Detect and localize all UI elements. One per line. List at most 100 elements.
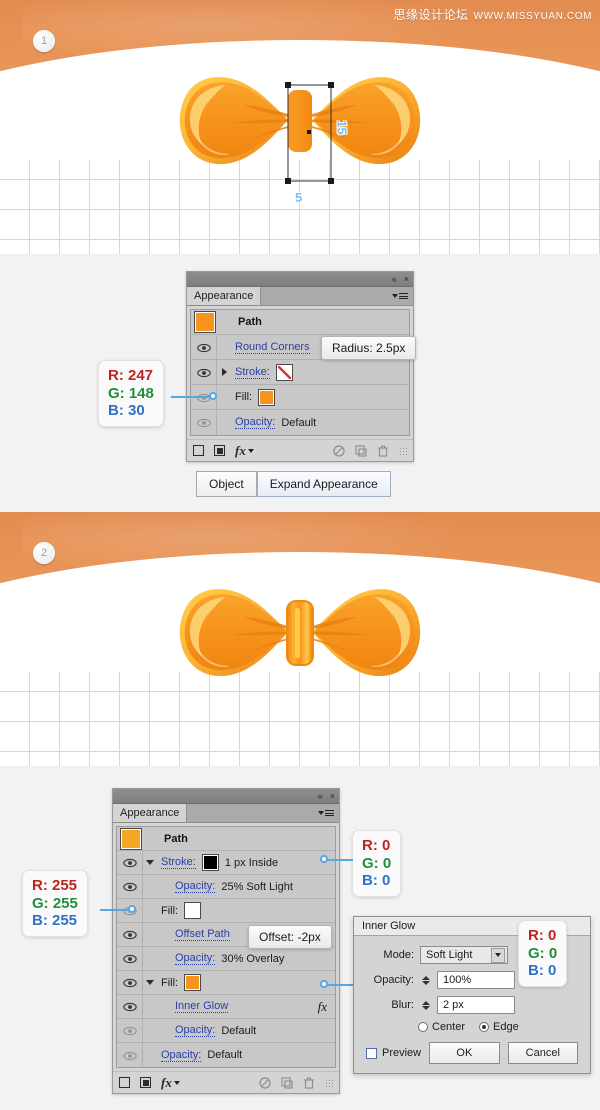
- collapse-icon[interactable]: «: [318, 791, 323, 801]
- visibility-toggle-fill-orange[interactable]: [117, 971, 143, 994]
- rgb-b: B: 255: [32, 912, 78, 930]
- rgb-callout-fill-white: R: 255 G: 255 B: 255: [22, 870, 88, 938]
- offset-opacity-label[interactable]: Opacity:: [175, 952, 216, 965]
- ok-button[interactable]: OK: [429, 1042, 500, 1064]
- visibility-toggle-offset-path[interactable]: [117, 923, 143, 946]
- rgb-r: R: 247: [108, 367, 154, 384]
- visibility-toggle-opacity[interactable]: [191, 410, 217, 435]
- fill-orange-swatch[interactable]: [184, 974, 202, 991]
- clear-appearance-icon[interactable]: [333, 444, 345, 457]
- row-stroke[interactable]: Stroke: 1 px Inside: [117, 851, 335, 875]
- row-opacity[interactable]: Opacity: Default: [191, 410, 409, 435]
- stroke-label[interactable]: Stroke:: [161, 856, 196, 869]
- row-stroke-opacity[interactable]: Opacity: 25% Soft Light: [117, 875, 335, 899]
- fill-white-cell: Fill:: [157, 902, 335, 919]
- add-new-fill-icon[interactable]: [140, 1077, 151, 1088]
- close-icon[interactable]: ×: [404, 274, 409, 284]
- row-inner-glow[interactable]: Inner Glow fx: [117, 995, 335, 1019]
- collapse-arrow-fill-orange[interactable]: [143, 980, 157, 985]
- duplicate-item-icon[interactable]: [355, 444, 367, 457]
- add-new-stroke-icon[interactable]: [193, 445, 204, 456]
- opacity-input[interactable]: 100%: [437, 971, 515, 989]
- clear-appearance-icon[interactable]: [259, 1076, 271, 1089]
- mode-select[interactable]: Soft Light: [420, 946, 508, 964]
- cancel-button[interactable]: Cancel: [507, 1042, 578, 1064]
- visibility-toggle-stroke[interactable]: [191, 360, 217, 384]
- visibility-toggle-round-corners[interactable]: [191, 335, 217, 359]
- delete-item-icon[interactable]: [377, 445, 389, 457]
- blur-line: Blur: 2 px: [366, 996, 578, 1014]
- appearance-panel-1[interactable]: « × Appearance Path Round Corners Stroke…: [186, 271, 414, 462]
- add-new-stroke-icon[interactable]: [119, 1077, 130, 1088]
- radio-edge[interactable]: Edge: [479, 1021, 519, 1033]
- row-fill-orange[interactable]: Fill:: [117, 971, 335, 995]
- offset-path-label[interactable]: Offset Path: [175, 928, 230, 941]
- stroke-opacity-label[interactable]: Opacity:: [175, 880, 216, 893]
- duplicate-item-icon[interactable]: [281, 1076, 293, 1089]
- path-label: Path: [164, 832, 188, 845]
- stroke-label[interactable]: Stroke:: [235, 366, 270, 379]
- row-stroke[interactable]: Stroke:: [191, 360, 409, 385]
- row-inner-glow-opacity[interactable]: Opacity: Default: [117, 1019, 335, 1043]
- stroke-swatch-none[interactable]: [275, 363, 293, 381]
- tab-appearance[interactable]: Appearance: [187, 287, 262, 305]
- inner-glow-fx-icon[interactable]: fx: [318, 999, 335, 1015]
- rgb-g: G: 148: [108, 384, 154, 402]
- rgb-b: B: 0: [362, 872, 391, 890]
- offset-path-tooltip: Offset: -2px: [248, 925, 332, 949]
- path-label-cell: Path: [216, 316, 409, 328]
- eye-icon: [123, 954, 137, 964]
- row-fill-white[interactable]: Fill:: [117, 899, 335, 923]
- path-thumbnail[interactable]: [194, 311, 216, 333]
- opacity-label[interactable]: Opacity:: [235, 416, 276, 429]
- collapse-icon[interactable]: «: [392, 274, 397, 284]
- fill-label: Fill:: [235, 391, 253, 403]
- expand-appearance-button[interactable]: Expand Appearance: [256, 471, 391, 497]
- add-effect-fx-icon[interactable]: fx: [161, 1075, 180, 1091]
- inner-glow-label[interactable]: Inner Glow: [175, 1000, 229, 1013]
- fill-white-swatch[interactable]: [184, 902, 202, 919]
- path-thumbnail[interactable]: [120, 827, 142, 850]
- inner-glow-opacity-label[interactable]: Opacity:: [175, 1024, 216, 1037]
- panel-2-titlebar: « ×: [113, 789, 339, 804]
- collapse-arrow-stroke[interactable]: [143, 860, 157, 865]
- preview-checkbox[interactable]: Preview: [366, 1047, 421, 1059]
- chevron-down-icon[interactable]: [491, 947, 505, 963]
- fill-swatch[interactable]: [258, 388, 276, 406]
- add-new-fill-icon[interactable]: [214, 445, 225, 456]
- add-effect-fx-icon[interactable]: fx: [235, 443, 254, 459]
- blur-stepper[interactable]: [420, 1000, 431, 1010]
- panel-menu-icon[interactable]: [318, 809, 334, 818]
- rgb-b: B: 30: [108, 402, 145, 420]
- panel-menu-icon[interactable]: [392, 292, 408, 301]
- opacity-stepper[interactable]: [420, 975, 431, 985]
- tab-appearance[interactable]: Appearance: [113, 804, 188, 822]
- resize-grip-icon[interactable]: [399, 446, 407, 455]
- appearance-target-row[interactable]: Path: [117, 827, 335, 851]
- stroke-swatch-black[interactable]: [201, 854, 219, 871]
- object-opacity-label[interactable]: Opacity:: [161, 1049, 202, 1062]
- row-offset-opacity[interactable]: Opacity: 30% Overlay: [117, 947, 335, 971]
- expand-arrow-stroke[interactable]: [217, 368, 231, 376]
- row-object-opacity[interactable]: Opacity: Default: [117, 1043, 335, 1067]
- tab-appearance-label: Appearance: [120, 807, 180, 819]
- close-icon[interactable]: ×: [330, 791, 335, 801]
- visibility-toggle-stroke[interactable]: [117, 851, 143, 874]
- visibility-toggle-object-opacity[interactable]: [117, 1043, 143, 1067]
- object-button[interactable]: Object: [196, 471, 257, 497]
- mode-label: Mode:: [383, 949, 414, 961]
- delete-item-icon[interactable]: [303, 1077, 315, 1089]
- visibility-toggle-stroke-opacity[interactable]: [117, 875, 143, 898]
- round-corners-label[interactable]: Round Corners: [235, 341, 310, 354]
- row-fill[interactable]: Fill:: [191, 385, 409, 410]
- visibility-toggle-offset-opacity[interactable]: [117, 947, 143, 970]
- visibility-toggle-inner-glow[interactable]: [117, 995, 143, 1018]
- visibility-toggle-inner-glow-opacity[interactable]: [117, 1019, 143, 1042]
- offset-opacity-value: 30% Overlay: [221, 952, 285, 965]
- radio-center[interactable]: Center: [418, 1021, 465, 1033]
- appearance-target-row[interactable]: Path: [191, 310, 409, 335]
- blur-input[interactable]: 2 px: [437, 996, 515, 1014]
- selection-bounds[interactable]: [283, 80, 353, 200]
- inner-glow-cell: Inner Glow: [157, 1000, 318, 1013]
- resize-grip-icon[interactable]: [325, 1078, 333, 1087]
